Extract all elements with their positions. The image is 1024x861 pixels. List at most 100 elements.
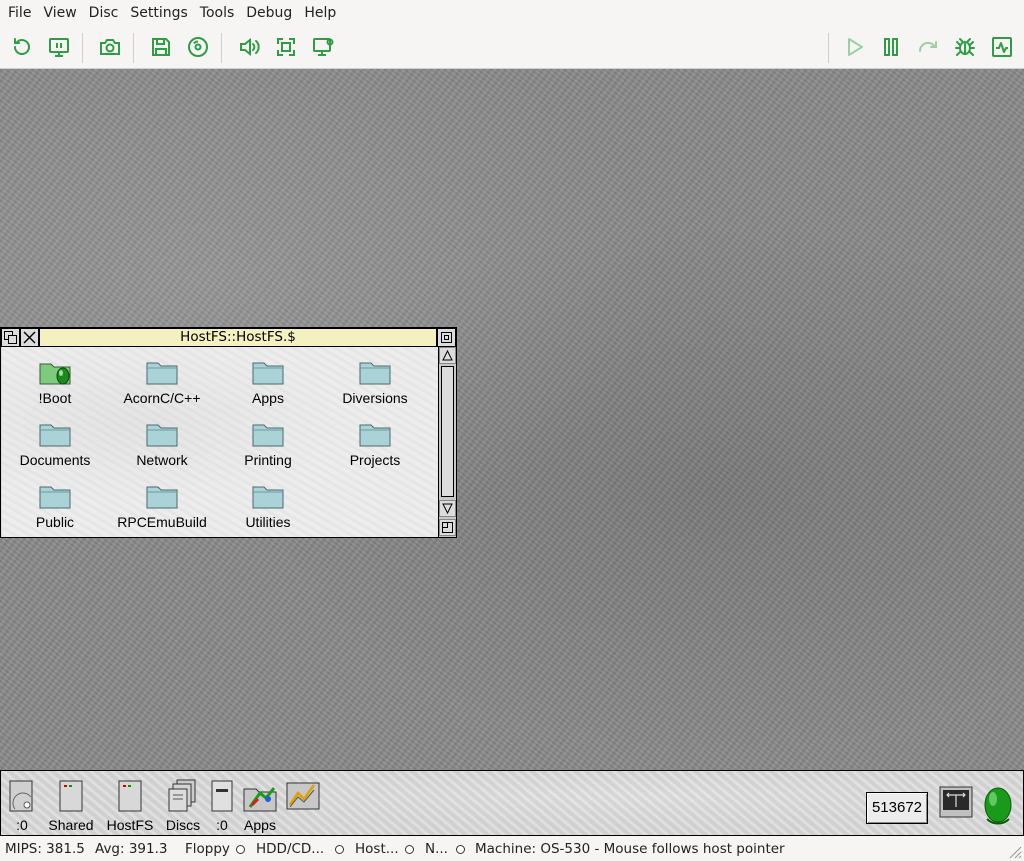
iconbar-ramdisc[interactable]: :0 [209, 779, 235, 833]
back-icon [4, 331, 17, 344]
free-memory-display[interactable]: 513672 [866, 792, 928, 824]
file-item-projects[interactable]: Projects [322, 421, 428, 477]
filer-window: HostFS::HostFS.$ !Boot AcornC/C++ Apps Dive… [0, 327, 457, 538]
menu-view[interactable]: View [37, 0, 82, 27]
file-item-label: Apps [252, 390, 284, 406]
menu-file[interactable]: File [2, 0, 37, 27]
debug-button[interactable] [952, 34, 978, 60]
toolbar [0, 27, 1024, 69]
fullscreen-icon [277, 38, 295, 56]
mips-readout: MIPS: 381.5 [5, 841, 85, 857]
window-title[interactable]: HostFS::HostFS.$ [39, 328, 437, 347]
folder-icon [146, 362, 178, 385]
file-item-label: AcornC/C++ [123, 390, 201, 406]
iconbar-chart-app[interactable] [285, 779, 321, 817]
file-item-rpcemubuild[interactable]: RPCEmuBuild [109, 483, 215, 539]
pause-button[interactable] [878, 34, 904, 60]
menu-settings[interactable]: Settings [124, 0, 193, 27]
file-item-label: !Boot [38, 390, 72, 406]
iconbar-display-mode[interactable] [939, 785, 973, 823]
resize-button[interactable] [439, 519, 456, 536]
monitor-button[interactable] [46, 34, 72, 60]
play-icon [848, 38, 863, 56]
file-item-boot[interactable]: !Boot [2, 359, 108, 415]
debug-bug-icon [955, 38, 975, 56]
hdd-status: HDD/CD... [256, 841, 325, 857]
file-item-apps[interactable]: Apps [215, 359, 321, 415]
network-led-icon [456, 845, 465, 854]
iconbar-floppy[interactable]: :0 [7, 779, 37, 833]
screenshot-button[interactable] [97, 34, 123, 60]
toggle-size-icon [441, 332, 452, 343]
menu-help[interactable]: Help [298, 0, 342, 27]
file-item-diversions[interactable]: Diversions [322, 359, 428, 415]
folder-icon [252, 424, 284, 447]
file-item-utilities[interactable]: Utilities [215, 483, 321, 539]
chart-app-icon [286, 782, 320, 810]
activity-button[interactable] [989, 34, 1015, 60]
display-settings-button[interactable] [310, 34, 336, 60]
step-icon [918, 41, 937, 52]
reset-button[interactable] [9, 34, 35, 60]
network-status: N... [425, 841, 448, 857]
host-led-icon [405, 845, 414, 854]
application-folder-icon [39, 363, 71, 385]
menu-tools[interactable]: Tools [194, 0, 241, 27]
close-button[interactable] [20, 328, 39, 347]
scroll-up-icon [442, 350, 453, 361]
file-item-label: Documents [19, 452, 91, 468]
menu-disc[interactable]: Disc [83, 0, 125, 27]
back-button[interactable] [1, 328, 20, 347]
file-item-acornc-c[interactable]: AcornC/C++ [109, 359, 215, 415]
vertical-scrollbar[interactable] [438, 347, 456, 537]
menu-bar: File View Disc Settings Tools Debug Help [0, 0, 1024, 27]
reset-icon [14, 38, 30, 55]
iconbar-apps[interactable]: Apps [241, 779, 279, 833]
folder-icon [39, 424, 71, 447]
discs-icon [168, 779, 196, 812]
play-button[interactable] [841, 34, 867, 60]
folder-icon [146, 424, 178, 447]
menu-debug[interactable]: Debug [240, 0, 298, 27]
iconbar-hostfs[interactable]: HostFS [103, 779, 157, 833]
acorn-icon [984, 787, 1012, 825]
fullscreen-button[interactable] [273, 34, 299, 60]
scroll-down-button[interactable] [439, 500, 456, 517]
file-item-label: Projects [349, 452, 401, 468]
cdrom-button[interactable] [185, 34, 211, 60]
iconbar-shared[interactable]: Shared [45, 779, 97, 833]
pause-icon [884, 38, 898, 56]
file-item-documents[interactable]: Documents [2, 421, 108, 477]
toolbar-separator [828, 33, 829, 63]
file-item-label: Utilities [245, 514, 291, 530]
resize-icon [442, 522, 453, 533]
file-item-label: Network [136, 452, 188, 468]
scroll-up-button[interactable] [439, 347, 456, 364]
file-item-network[interactable]: Network [109, 421, 215, 477]
machine-status: Machine: OS-530 - Mouse follows host poi… [475, 841, 785, 857]
iconbar-acorn-taskmanager[interactable] [981, 781, 1015, 831]
iconbar-discs[interactable]: Discs [163, 779, 203, 833]
cdrom-icon [188, 37, 208, 57]
close-icon [23, 331, 36, 344]
ram-disc-icon [211, 780, 233, 812]
sound-icon [240, 37, 260, 57]
file-item-printing[interactable]: Printing [215, 421, 321, 477]
scroll-thumb[interactable] [441, 366, 454, 497]
file-item-label: Diversions [342, 390, 408, 406]
file-item-public[interactable]: Public [2, 483, 108, 539]
status-bar: MIPS: 381.5 Avg: 391.3 Floppy HDD/CD... … [0, 837, 1024, 861]
filer-content[interactable]: !Boot AcornC/C++ Apps Diversions Documents Ne… [2, 347, 438, 537]
toolbar-separator [82, 33, 83, 63]
toggle-size-button[interactable] [437, 328, 456, 347]
step-button[interactable] [915, 34, 941, 60]
file-item-label: Public [35, 514, 75, 530]
save-button[interactable] [148, 34, 174, 60]
window-titlebar: HostFS::HostFS.$ [1, 328, 456, 347]
sound-button[interactable] [236, 34, 262, 60]
screenshot-icon [100, 39, 120, 55]
monitor-icon [49, 38, 69, 57]
resize-grip-icon[interactable] [1006, 843, 1022, 859]
file-item-label: RPCEmuBuild [117, 514, 207, 530]
save-icon [152, 38, 170, 56]
